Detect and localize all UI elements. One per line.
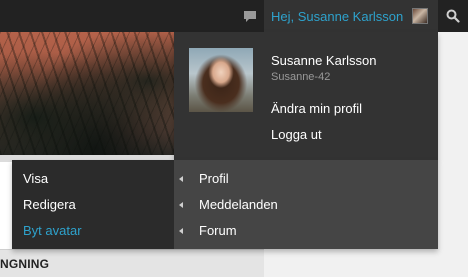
comment-bubble-icon[interactable] — [234, 0, 266, 32]
search-icon[interactable] — [438, 0, 468, 32]
submenu-item-redigera[interactable]: Redigera — [23, 197, 76, 212]
header-photo-texture — [0, 32, 174, 155]
admin-bar: Hej, Susanne Karlsson — [0, 0, 468, 32]
submenu-item-profil-label: Profil — [199, 171, 229, 186]
profile-display-name[interactable]: Susanne Karlsson — [271, 53, 377, 68]
submenu-item-forum[interactable]: Forum — [179, 223, 237, 238]
header-photo — [0, 32, 174, 155]
submenu-item-profil[interactable]: Profil — [179, 171, 229, 186]
arrow-left-icon — [179, 227, 183, 234]
arrow-left-icon — [179, 201, 183, 208]
section-heading-bar: NGNING — [0, 249, 264, 277]
profile-avatar[interactable] — [189, 48, 253, 112]
submenu-item-meddelanden-label: Meddelanden — [199, 197, 278, 212]
mini-avatar — [412, 8, 428, 24]
edit-profile-link[interactable]: Ändra min profil — [271, 101, 362, 116]
my-account-menu[interactable]: Hej, Susanne Karlsson — [264, 0, 438, 32]
profile-submenu-left: Visa Redigera Byt avatar — [12, 160, 174, 249]
submenu-item-forum-label: Forum — [199, 223, 237, 238]
page-sidebar-area — [264, 249, 468, 277]
profile-submenu: Visa Redigera Byt avatar Profil Meddelan… — [12, 160, 438, 249]
arrow-left-icon — [179, 175, 183, 182]
submenu-item-meddelanden[interactable]: Meddelanden — [179, 197, 278, 212]
logout-link[interactable]: Logga ut — [271, 127, 322, 142]
account-dropdown: Susanne Karlsson Susanne-42 Ändra min pr… — [174, 32, 438, 160]
account-greeting[interactable]: Hej, Susanne Karlsson — [271, 9, 403, 24]
section-heading: NGNING — [0, 256, 50, 271]
profile-username: Susanne-42 — [271, 71, 331, 83]
submenu-item-byt-avatar[interactable]: Byt avatar — [23, 223, 82, 238]
submenu-item-visa[interactable]: Visa — [23, 171, 48, 186]
